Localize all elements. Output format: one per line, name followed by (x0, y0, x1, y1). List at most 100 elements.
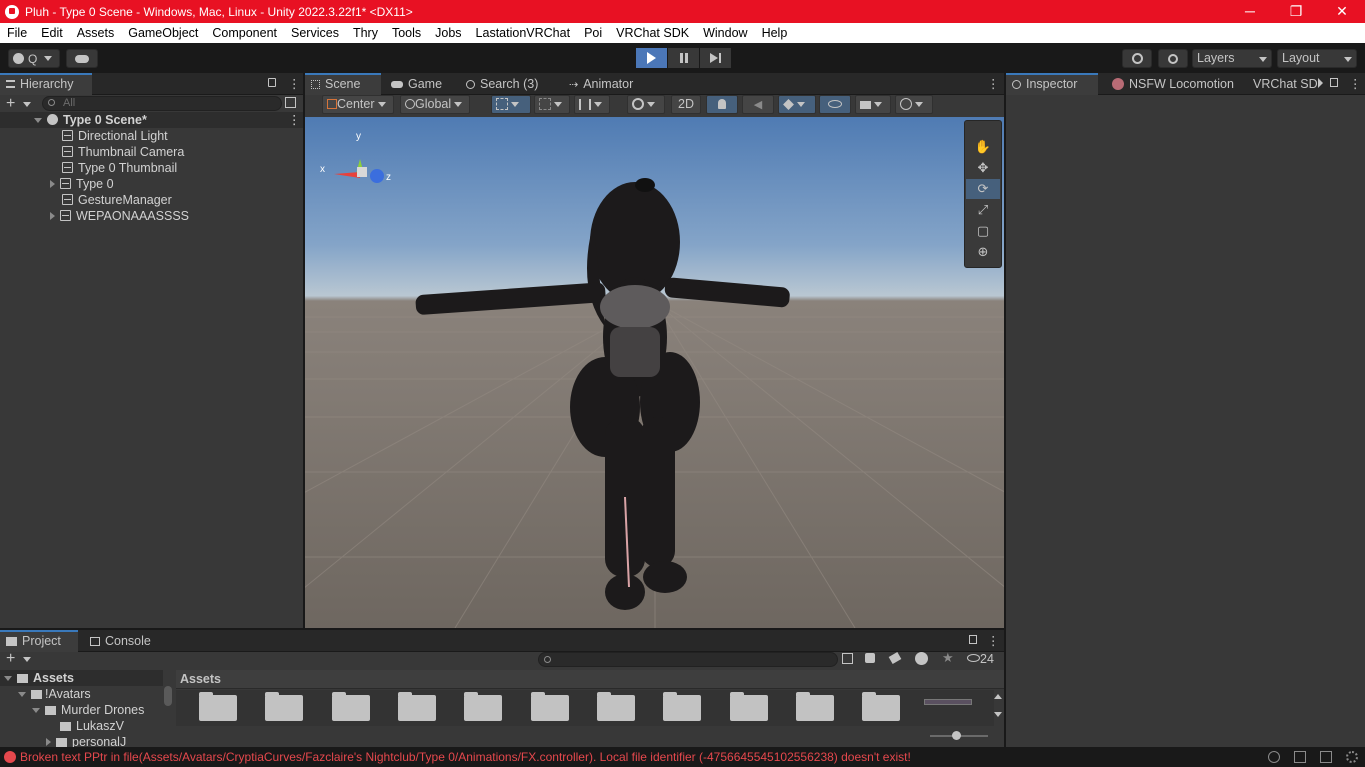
hierarchy-search-input[interactable]: All (42, 96, 282, 111)
space-dropdown[interactable]: Global (400, 95, 470, 114)
expand-all-icon[interactable] (285, 97, 296, 108)
audio-toggle[interactable]: ◀ (742, 95, 774, 114)
tab-console[interactable]: Console (84, 630, 157, 652)
chevron-down-icon[interactable] (23, 657, 31, 662)
add-icon[interactable]: + (6, 650, 15, 668)
asset-thumbnail[interactable] (924, 699, 972, 705)
chevron-right-icon[interactable] (50, 212, 55, 220)
layout-dropdown[interactable]: Layout (1277, 49, 1357, 68)
project-search-input[interactable] (538, 652, 838, 667)
hierarchy-item[interactable]: Type 0 (0, 176, 114, 192)
account-dropdown[interactable]: Q (8, 49, 60, 68)
hierarchy-item[interactable]: GestureManager (0, 192, 172, 208)
menu-vrchat-sdk[interactable]: VRChat SDK (609, 26, 696, 40)
tree-item[interactable]: !Avatars (0, 686, 91, 702)
gizmos-dropdown[interactable] (895, 95, 933, 114)
tab-scene[interactable]: Scene (305, 73, 381, 95)
menu-file[interactable]: File (0, 26, 34, 40)
progress-icon[interactable] (1294, 751, 1306, 763)
lock-icon[interactable] (1330, 78, 1338, 87)
scene-viewport[interactable]: y x z (305, 117, 1004, 628)
slider-handle[interactable] (952, 731, 961, 740)
scene-row[interactable]: Type 0 Scene* ⋮ (0, 112, 303, 128)
grid-snap-button[interactable] (491, 95, 531, 114)
menu-assets[interactable]: Assets (70, 26, 122, 40)
lock-reload-icon[interactable] (1320, 751, 1332, 763)
play-button[interactable] (636, 48, 667, 68)
folder-icon[interactable] (199, 692, 237, 721)
increment-snap-button[interactable] (534, 95, 570, 114)
scene-visibility-toggle[interactable] (819, 95, 851, 114)
folder-icon[interactable] (796, 692, 834, 721)
tab-game[interactable]: Game (385, 73, 448, 95)
toggle-2d-button[interactable]: 2D (671, 95, 701, 114)
asset-scrollbar[interactable] (994, 694, 1002, 722)
lock-icon[interactable] (268, 78, 276, 87)
layers-dropdown[interactable]: Layers (1192, 49, 1272, 68)
more-options-icon[interactable]: ⋮ (288, 76, 301, 91)
create-icon[interactable] (842, 653, 853, 664)
transform-tool-button[interactable]: ⊕ (966, 242, 1000, 262)
folder-icon[interactable] (597, 692, 635, 721)
folder-icon[interactable] (730, 692, 768, 721)
filter-type-icon[interactable] (865, 653, 875, 663)
restore-button[interactable]: ❐ (1273, 0, 1319, 23)
rect-tool-button[interactable]: ▢ (966, 221, 1000, 241)
tree-item[interactable]: LukaszV (0, 718, 124, 734)
more-options-icon[interactable]: ⋮ (288, 112, 301, 128)
shading-mode-dropdown[interactable] (627, 95, 665, 114)
tree-item[interactable]: Assets (0, 670, 163, 686)
cloud-button[interactable] (66, 49, 98, 68)
more-options-icon[interactable]: ⋮ (987, 633, 1000, 648)
hierarchy-item[interactable]: Type 0 Thumbnail (0, 160, 177, 176)
menu-jobs[interactable]: Jobs (428, 26, 468, 40)
minimize-button[interactable]: ─ (1227, 0, 1273, 23)
scale-tool-button[interactable]: ⤢ (966, 200, 1000, 220)
more-options-icon[interactable]: ⋮ (987, 76, 1000, 91)
folder-icon[interactable] (862, 692, 900, 721)
breadcrumb-assets[interactable]: Assets (180, 672, 221, 686)
menu-poi[interactable]: Poi (577, 26, 609, 40)
tab-nsfw-locomotion[interactable]: NSFW Locomotion (1106, 73, 1240, 95)
lock-icon[interactable] (969, 635, 977, 644)
tree-item[interactable]: Murder Drones (0, 702, 144, 718)
menu-gameobject[interactable]: GameObject (121, 26, 205, 40)
close-button[interactable]: ✕ (1319, 0, 1365, 23)
menu-thry[interactable]: Thry (346, 26, 385, 40)
tab-animator[interactable]: ⇢ Animator (563, 73, 639, 95)
folder-icon[interactable] (398, 692, 436, 721)
debug-icon[interactable] (1268, 751, 1280, 763)
folder-icon[interactable] (265, 692, 303, 721)
rotate-tool-button[interactable]: ⟳ (966, 179, 1000, 199)
tab-project[interactable]: Project (0, 630, 78, 652)
pivot-dropdown[interactable]: Center (322, 95, 394, 114)
folder-icon[interactable] (332, 692, 370, 721)
menu-window[interactable]: Window (696, 26, 754, 40)
menu-component[interactable]: Component (205, 26, 284, 40)
folder-icon[interactable] (531, 692, 569, 721)
camera-dropdown[interactable] (855, 95, 891, 114)
tab-search[interactable]: Search (3) (460, 73, 544, 95)
chevron-down-icon[interactable] (23, 102, 31, 107)
effects-dropdown[interactable] (778, 95, 816, 114)
tab-hierarchy[interactable]: Hierarchy (0, 73, 92, 95)
zoom-slider[interactable] (930, 731, 988, 740)
tree-scrollbar[interactable] (164, 686, 172, 706)
lighting-toggle[interactable] (706, 95, 738, 114)
hierarchy-item[interactable]: Directional Light (0, 128, 168, 144)
star-icon[interactable]: ★ (942, 650, 954, 666)
menu-lastationvrchat[interactable]: LastationVRChat (469, 26, 578, 40)
step-button[interactable] (700, 48, 731, 68)
tree-item[interactable]: personalJ (0, 734, 126, 747)
hierarchy-item[interactable]: Thumbnail Camera (0, 144, 184, 160)
filter-label-icon[interactable] (888, 652, 902, 664)
status-bar[interactable]: Broken text PPtr in file(Assets/Avatars/… (0, 747, 1365, 767)
chevron-right-icon[interactable] (50, 180, 55, 188)
tab-vrchat-sdk[interactable]: VRChat SDK (1247, 73, 1317, 95)
grid-visibility-button[interactable] (574, 95, 610, 114)
orientation-gizmo[interactable]: y x z (320, 129, 400, 219)
menu-tools[interactable]: Tools (385, 26, 428, 40)
warning-icon[interactable] (915, 652, 928, 665)
move-tool-button[interactable]: ✥ (966, 158, 1000, 178)
hand-tool-button[interactable]: ✋ (966, 137, 1000, 157)
